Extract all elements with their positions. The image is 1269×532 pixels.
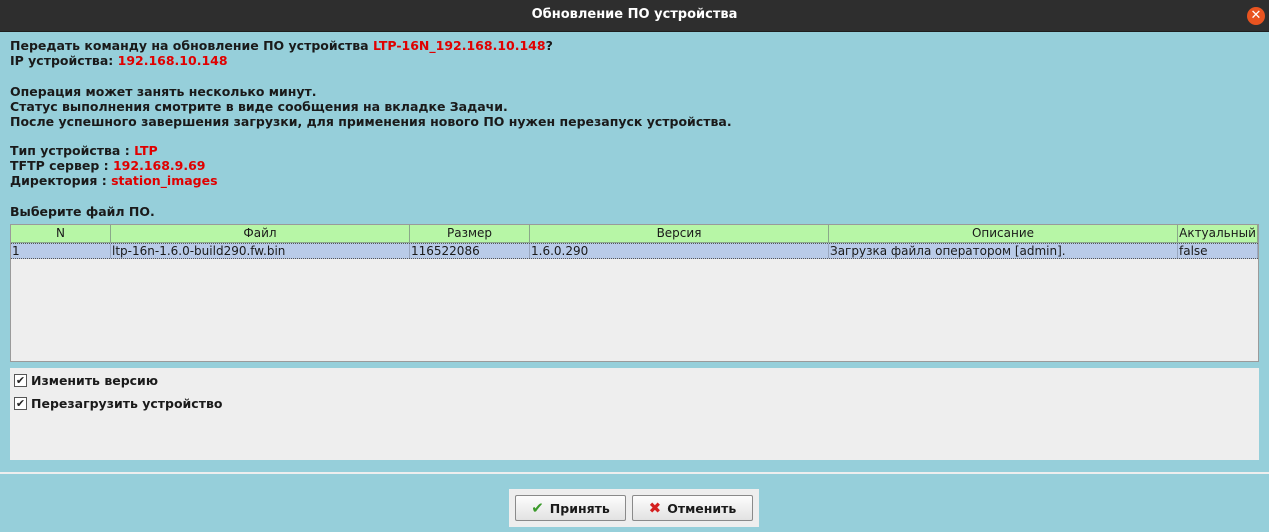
options-panel: ✔ Изменить версию ✔ Перезагрузить устрой… (10, 368, 1259, 460)
reboot-device-option[interactable]: ✔ Перезагрузить устройство (14, 395, 222, 411)
note-reboot: После успешного завершения загрузки, для… (10, 114, 732, 129)
tftp-line: TFTP сервер : 192.168.9.69 (10, 158, 206, 173)
directory-line: Директория : station_images (10, 173, 218, 188)
cancel-button-label: Отменить (667, 500, 737, 516)
window-title: Обновление ПО устройства (531, 7, 738, 22)
column-header-file[interactable]: Файл (111, 225, 410, 243)
reboot-device-checkbox[interactable]: ✔ (14, 396, 27, 410)
device-type-line: Тип устройства : LTP (10, 143, 158, 158)
cancel-button[interactable]: ✖ Отменить (632, 495, 753, 521)
column-header-n[interactable]: N (11, 225, 111, 243)
directory-value: station_images (111, 173, 218, 188)
ip-label: IP устройства: (10, 53, 118, 68)
accept-button[interactable]: ✔ Принять (515, 495, 626, 521)
select-file-label: Выберите файл ПО. (10, 204, 155, 219)
cell-size: 116522086 (410, 244, 530, 258)
command-suffix: ? (545, 38, 553, 53)
cell-file: ltp-16n-1.6.0-build290.fw.bin (111, 244, 410, 258)
command-line: Передать команду на обновление ПО устрой… (10, 38, 553, 53)
tftp-value: 192.168.9.69 (112, 158, 206, 173)
cell-version: 1.6.0.290 (530, 244, 829, 258)
tftp-label: TFTP сервер : (10, 158, 113, 173)
change-version-checkbox[interactable]: ✔ (14, 373, 27, 387)
accept-button-label: Принять (549, 500, 610, 516)
column-header-actual[interactable]: Актуальный (1178, 225, 1258, 243)
device-type-label: Тип устройства : (10, 143, 135, 158)
close-icon[interactable]: ✕ (1247, 7, 1265, 25)
device-name: LTP-16N_192.168.10.148 (372, 38, 546, 53)
table-header: N Файл Размер Версия Описание Актуальный (11, 225, 1258, 243)
column-header-size[interactable]: Размер (410, 225, 530, 243)
ip-value: 192.168.10.148 (117, 53, 228, 68)
cell-actual: false (1178, 244, 1258, 258)
command-prefix: Передать команду на обновление ПО устрой… (10, 38, 373, 53)
column-header-description[interactable]: Описание (829, 225, 1178, 243)
button-panel: ✔ Принять ✖ Отменить (509, 489, 759, 527)
dialog-footer: ✔ Принять ✖ Отменить (0, 474, 1269, 532)
change-version-label: Изменить версию (31, 372, 158, 388)
cross-icon: ✖ (648, 499, 662, 517)
check-icon: ✔ (531, 499, 544, 517)
device-type-value: LTP (134, 143, 158, 158)
firmware-table[interactable]: N Файл Размер Версия Описание Актуальный… (10, 224, 1259, 362)
ip-line: IP устройства: 192.168.10.148 (10, 53, 228, 68)
note-status: Статус выполнения смотрите в виде сообще… (10, 99, 508, 114)
change-version-option[interactable]: ✔ Изменить версию (14, 372, 158, 388)
note-duration: Операция может занять несколько минут. (10, 84, 317, 99)
column-header-version[interactable]: Версия (530, 225, 829, 243)
reboot-device-label: Перезагрузить устройство (31, 395, 223, 411)
cell-n: 1 (11, 244, 111, 258)
cell-description: Загрузка файла оператором [admin]. (829, 244, 1178, 258)
directory-label: Директория : (10, 173, 112, 188)
dialog-content: Передать команду на обновление ПО устрой… (0, 32, 1269, 472)
table-row[interactable]: 1 ltp-16n-1.6.0-build290.fw.bin 11652208… (11, 243, 1258, 259)
title-bar: Обновление ПО устройства ✕ (0, 0, 1269, 32)
